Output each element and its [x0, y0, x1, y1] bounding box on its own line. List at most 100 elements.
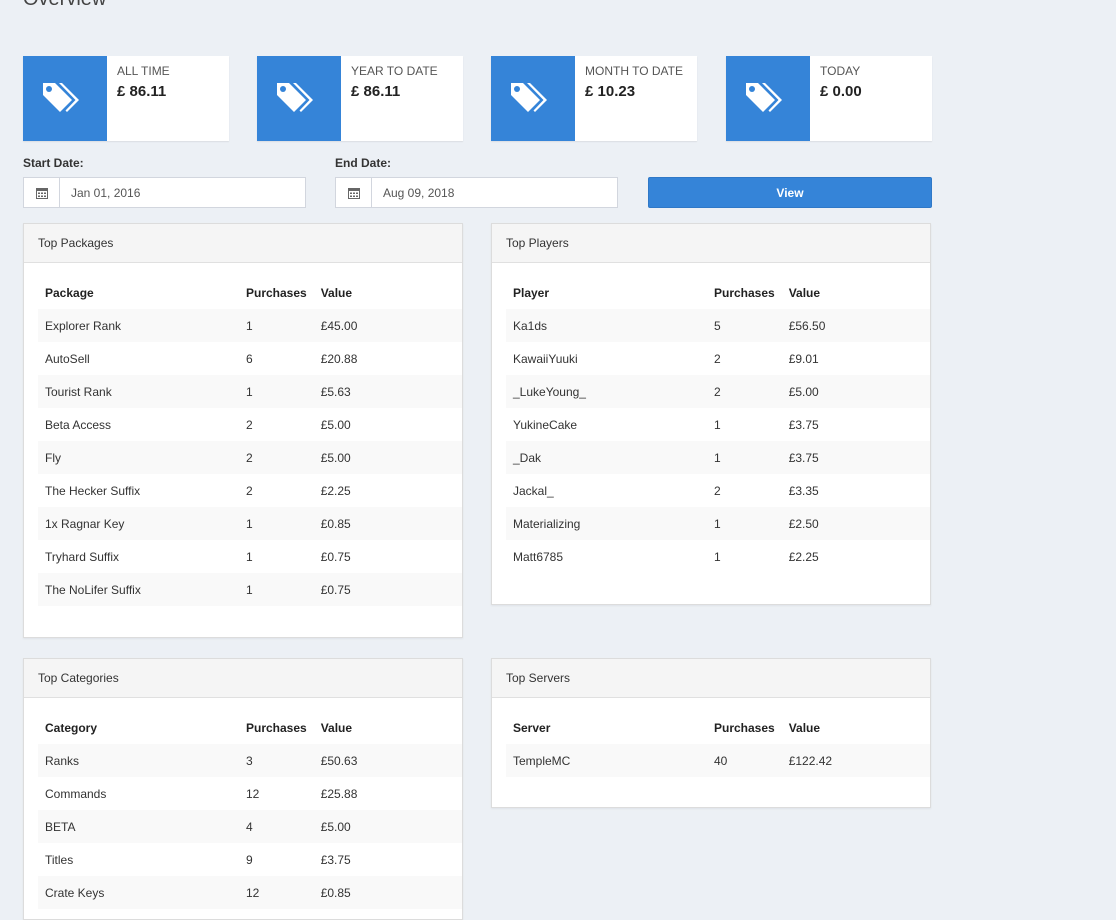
table-cell: £5.00: [781, 375, 930, 408]
table-row: TempleMC 40 £122.42: [506, 744, 930, 777]
stat-box-today: TODAY £ 0.00: [726, 56, 932, 141]
top-categories-panel: Top Categories Category Purchases Value …: [23, 658, 463, 920]
table-cell: Tourist Rank: [38, 375, 239, 408]
table-cell: 1x Ragnar Key: [38, 507, 239, 540]
table-row: Ranks 3 £50.63: [38, 744, 462, 777]
table-cell: £0.85: [313, 876, 462, 909]
table-cell: 1: [239, 309, 314, 342]
column-header: Package: [45, 285, 94, 300]
table-cell: 12: [246, 786, 260, 801]
table-row: Ka1ds 5 £56.50: [506, 309, 930, 342]
table-cell: £122.42: [781, 744, 930, 777]
table-cell: 2: [239, 441, 314, 474]
top-players-table: Player Purchases Value Ka1ds 5 £56.50 Kawa…: [506, 276, 930, 573]
stat-value: £ 86.11: [117, 83, 167, 100]
table-cell: The Hecker Suffix: [45, 483, 141, 498]
panel-title: Top Players: [492, 224, 930, 263]
table-cell: TempleMC: [506, 744, 707, 777]
table-cell: Fly: [38, 441, 239, 474]
table-cell: Titles: [45, 852, 74, 867]
table-row: Explorer Rank 1 £45.00: [38, 309, 462, 342]
table-row: BETA 4 £5.00: [38, 810, 462, 843]
calendar-icon[interactable]: [24, 178, 60, 207]
table-cell: 2: [714, 483, 721, 498]
tags-icon: [23, 56, 107, 141]
column-header: Value: [788, 720, 821, 735]
column-header: Purchases: [246, 285, 307, 300]
table-cell: KawaiiYuuki: [513, 351, 578, 366]
table-cell: £5.00: [313, 810, 462, 843]
calendar-icon[interactable]: [336, 178, 372, 207]
table-row: Crate Keys 12 £0.85: [38, 876, 462, 909]
table-cell: £2.25: [320, 483, 351, 498]
table-row: Commands 12 £25.88: [38, 777, 462, 810]
panel-title: Top Packages: [24, 224, 462, 263]
table-cell: 1: [239, 507, 314, 540]
table-row: AutoSell 6 £20.88: [38, 342, 462, 375]
start-date-group: [23, 177, 306, 208]
page-title: Overview: [23, 0, 106, 11]
table-cell: £0.75: [320, 549, 351, 564]
table-row: Matt6785 1 £2.25: [506, 540, 930, 573]
table-cell: £5.63: [313, 375, 462, 408]
table-cell: £3.75: [320, 852, 351, 867]
table-cell: 1: [707, 507, 782, 540]
table-cell: £25.88: [320, 786, 358, 801]
table-cell: £56.50: [781, 309, 930, 342]
table-cell: AutoSell: [45, 351, 90, 366]
table-row: KawaiiYuuki 2 £9.01: [506, 342, 930, 375]
table-row: Jackal_ 2 £3.35: [506, 474, 930, 507]
table-cell: Beta Access: [45, 417, 112, 432]
table-cell: The NoLifer Suffix: [38, 573, 239, 606]
stat-value: £ 0.00: [820, 83, 862, 100]
stat-value: £ 10.23: [585, 83, 636, 100]
table-cell: £20.88: [320, 351, 358, 366]
table-cell: Ranks: [38, 744, 239, 777]
table-row: Tryhard Suffix 1 £0.75: [38, 540, 462, 573]
column-header: Category: [45, 720, 98, 735]
end-date-input[interactable]: [372, 178, 617, 207]
table-cell: Explorer Rank: [38, 309, 239, 342]
table-cell: 1: [714, 417, 721, 432]
end-date-group: [335, 177, 618, 208]
table-cell: Ka1ds: [506, 309, 707, 342]
table-cell: £2.50: [781, 507, 930, 540]
table-cell: Materializing: [506, 507, 707, 540]
top-categories-table: Category Purchases Value Ranks 3 £50.63 Co…: [38, 711, 462, 909]
stat-label: MONTH TO DATE: [585, 64, 684, 78]
top-servers-table: Server Purchases Value TempleMC 40 £122.42: [506, 711, 930, 777]
table-cell: £0.75: [313, 573, 462, 606]
start-date-input[interactable]: [60, 178, 305, 207]
column-header: Purchases: [246, 720, 307, 735]
table-cell: YukineCake: [513, 417, 578, 432]
table-cell: 2: [714, 351, 721, 366]
table-cell: 2: [246, 417, 253, 432]
start-date-label: Start Date:: [23, 156, 84, 170]
column-header: Purchases: [714, 720, 775, 735]
table-cell: 1: [246, 549, 253, 564]
table-cell: 3: [239, 744, 314, 777]
table-row: _LukeYoung_ 2 £5.00: [506, 375, 930, 408]
view-button[interactable]: View: [648, 177, 932, 208]
stat-box-month-to-date: MONTH TO DATE £ 10.23: [491, 56, 697, 141]
table-cell: £9.01: [788, 351, 819, 366]
table-cell: £50.63: [313, 744, 462, 777]
table-cell: _Dak: [506, 441, 707, 474]
stat-box-all-time: ALL TIME £ 86.11: [23, 56, 229, 141]
table-cell: £5.00: [320, 417, 351, 432]
table-cell: £3.75: [788, 417, 819, 432]
table-cell: 5: [707, 309, 782, 342]
table-row: The Hecker Suffix 2 £2.25: [38, 474, 462, 507]
table-cell: 1: [239, 375, 314, 408]
column-header: Value: [320, 720, 353, 735]
table-cell: 4: [239, 810, 314, 843]
table-cell: BETA: [38, 810, 239, 843]
column-header: Server: [513, 720, 551, 735]
table-cell: £2.25: [788, 549, 819, 564]
table-cell: £3.35: [788, 483, 819, 498]
top-servers-panel: Top Servers Server Purchases Value Templ…: [491, 658, 931, 808]
table-cell: 2: [246, 483, 253, 498]
table-cell: Crate Keys: [38, 876, 239, 909]
top-packages-table: Package Purchases Value Explorer Rank 1 £4…: [38, 276, 462, 606]
table-cell: 40: [707, 744, 782, 777]
